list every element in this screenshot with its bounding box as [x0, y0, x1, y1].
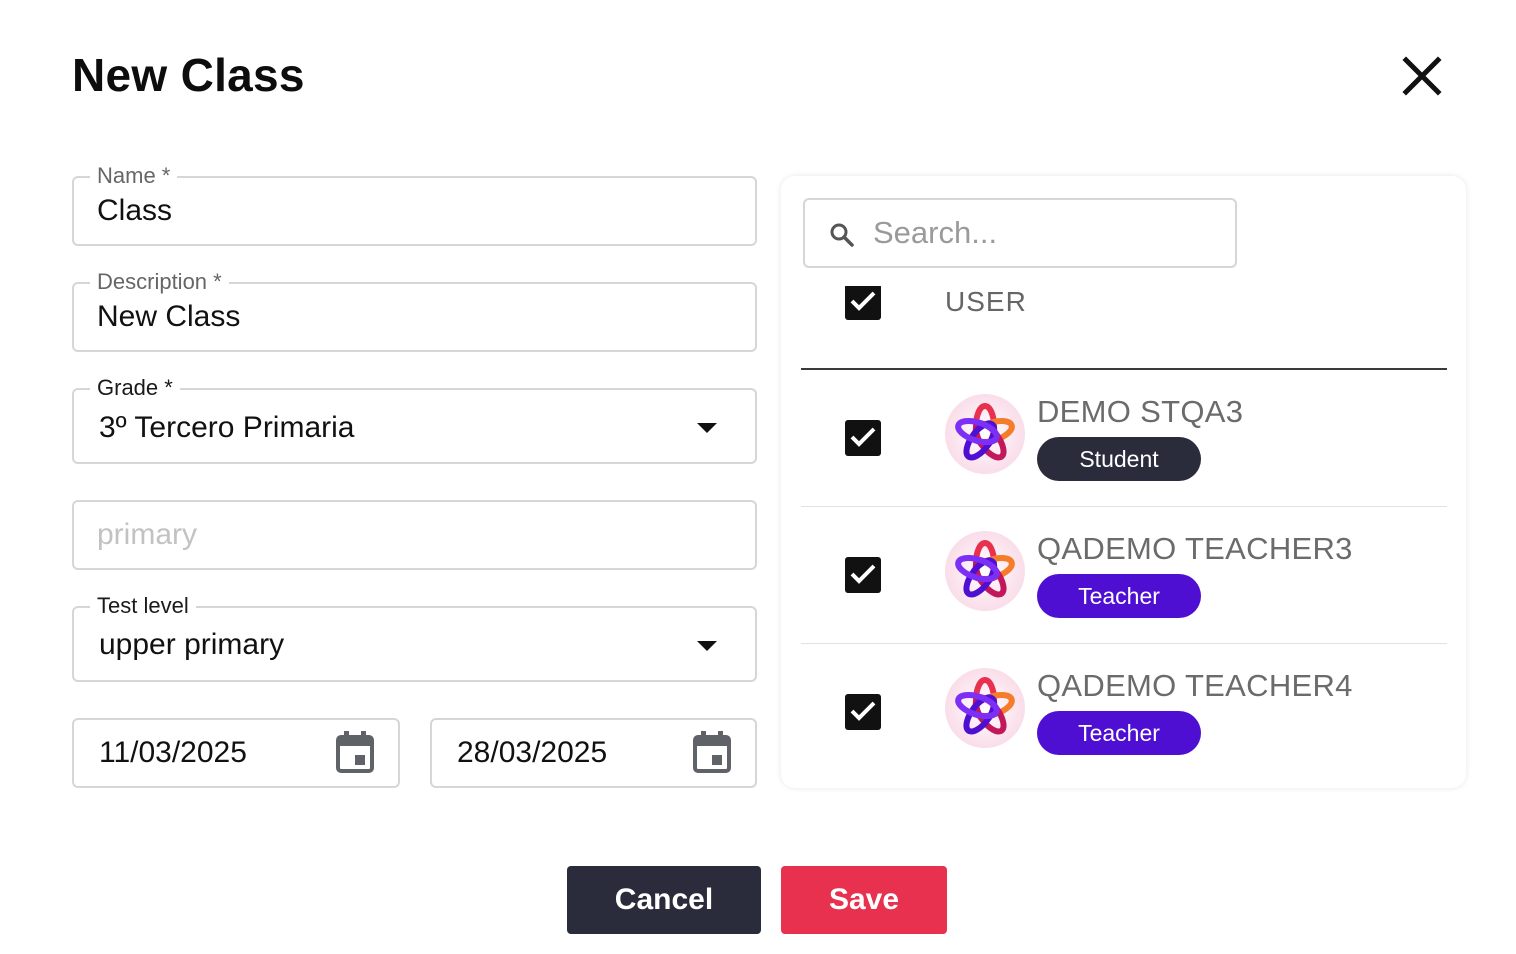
user-column-header: USER [945, 286, 1027, 317]
cancel-button[interactable]: Cancel [567, 866, 761, 934]
description-label: Description * [90, 270, 229, 294]
grade-label: Grade * [90, 376, 180, 400]
search-icon [829, 222, 855, 248]
calendar-icon[interactable] [693, 731, 731, 773]
role-badge: Teacher [1037, 574, 1201, 618]
user-row[interactable]: QADEMO TEACHER4 Teacher [801, 644, 1447, 781]
test-level-select[interactable]: Test level upper primary [72, 594, 757, 682]
role-badge: Student [1037, 437, 1201, 481]
chevron-down-icon [697, 423, 717, 433]
description-field[interactable]: Description * New Class [72, 270, 757, 352]
user-row[interactable]: QADEMO TEACHER3 Teacher [801, 507, 1447, 644]
grade-select[interactable]: Grade * 3º Tercero Primaria [72, 376, 757, 464]
user-name: QADEMO TEACHER4 [1037, 668, 1353, 703]
role-badge: Teacher [1037, 711, 1201, 755]
users-panel: USER DEMO STQA3 Student [781, 176, 1466, 788]
user-checkbox[interactable] [845, 557, 881, 593]
name-value: Class [97, 194, 173, 227]
dialog-title: New Class [72, 49, 305, 101]
chevron-down-icon [697, 641, 717, 651]
end-date-field[interactable]: 28/03/2025 [430, 718, 757, 788]
level-text-field[interactable]: primary [72, 500, 757, 570]
test-level-label: Test level [90, 594, 196, 618]
close-icon[interactable] [1400, 54, 1444, 98]
test-level-value: upper primary [99, 628, 285, 661]
description-value: New Class [97, 300, 241, 333]
user-checkbox[interactable] [845, 694, 881, 730]
save-button[interactable]: Save [781, 866, 947, 934]
user-row[interactable]: DEMO STQA3 Student [801, 370, 1447, 507]
name-field[interactable]: Name * Class [72, 164, 757, 246]
start-date-value: 11/03/2025 [99, 736, 247, 769]
user-name: QADEMO TEACHER3 [1037, 531, 1353, 566]
select-all-checkbox[interactable] [845, 284, 881, 320]
end-date-value: 28/03/2025 [457, 736, 608, 769]
search-input[interactable] [873, 210, 1213, 256]
search-box[interactable] [803, 198, 1237, 268]
calendar-icon[interactable] [336, 731, 374, 773]
avatar [945, 394, 1025, 474]
grade-value: 3º Tercero Primaria [99, 411, 355, 444]
user-checkbox[interactable] [845, 420, 881, 456]
avatar [945, 668, 1025, 748]
user-name: DEMO STQA3 [1037, 394, 1244, 429]
start-date-field[interactable]: 11/03/2025 [72, 718, 400, 788]
avatar [945, 531, 1025, 611]
level-text-placeholder: primary [97, 518, 198, 551]
name-label: Name * [90, 164, 178, 188]
